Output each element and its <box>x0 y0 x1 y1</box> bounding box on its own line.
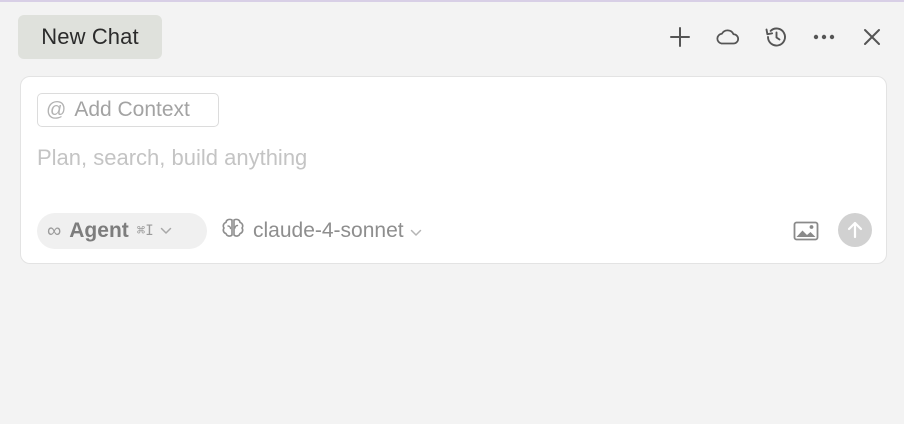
infinity-icon: ∞ <box>47 219 62 242</box>
chevron-down-icon <box>410 219 422 243</box>
model-selector[interactable]: claude-4-sonnet <box>221 213 422 249</box>
history-icon[interactable] <box>763 24 789 50</box>
cloud-icon[interactable] <box>714 24 740 50</box>
chat-composer: @ Add Context ∞ Agent ⌘I claude-4-sonnet <box>20 76 887 264</box>
prompt-input[interactable] <box>37 141 857 175</box>
chevron-down-icon <box>160 222 172 240</box>
plus-icon[interactable] <box>667 24 693 50</box>
add-context-button[interactable]: @ Add Context <box>37 93 219 127</box>
close-icon[interactable] <box>859 24 885 50</box>
agent-mode-shortcut: ⌘I <box>136 223 154 239</box>
agent-mode-label: Agent <box>69 219 129 242</box>
add-context-label: Add Context <box>74 98 190 121</box>
arrow-up-icon <box>847 221 863 239</box>
send-button[interactable] <box>838 213 872 247</box>
brain-icon <box>221 217 245 245</box>
at-icon: @ <box>46 98 67 121</box>
agent-mode-selector[interactable]: ∞ Agent ⌘I <box>37 213 207 249</box>
image-icon[interactable] <box>793 220 819 242</box>
chat-header: New Chat <box>0 0 904 76</box>
model-label: claude-4-sonnet <box>253 219 404 242</box>
tab-new-chat[interactable]: New Chat <box>18 15 162 59</box>
more-horizontal-icon[interactable] <box>811 24 837 50</box>
